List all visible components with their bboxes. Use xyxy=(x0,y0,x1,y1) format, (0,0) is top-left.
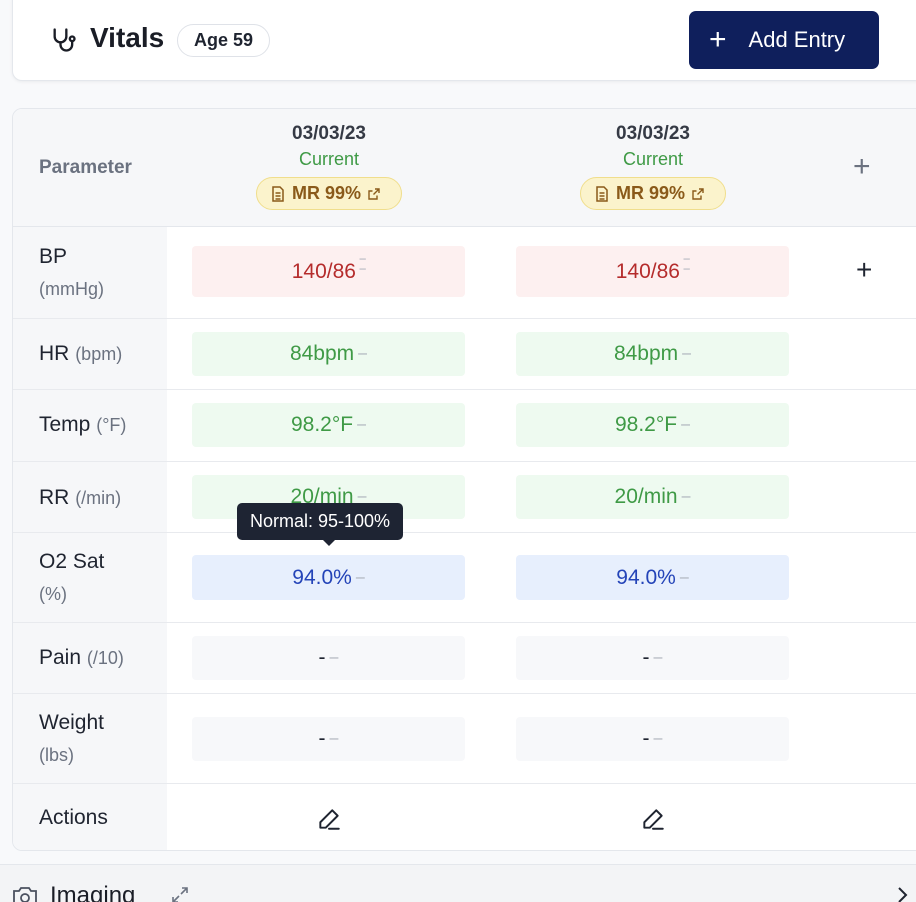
row-label: O2 Sat (%) xyxy=(39,546,104,610)
page-title: Vitals xyxy=(90,22,165,53)
row-label: Pain (/10) xyxy=(39,642,124,674)
document-icon xyxy=(596,185,608,202)
age-badge: Age 59 xyxy=(177,24,271,57)
actions-label: Actions xyxy=(39,806,108,829)
plus-icon: + xyxy=(709,23,727,56)
row-label-text: Pain xyxy=(39,646,82,669)
value-cell[interactable]: 98.2°F – xyxy=(192,403,465,447)
table-row: HR (bpm) 84bpm – 84bpm – xyxy=(13,319,916,390)
row-label: Weight (lbs) xyxy=(39,707,104,771)
value-cell[interactable]: - – xyxy=(192,636,465,680)
value-text: 98.2°F xyxy=(290,413,354,436)
value-cell[interactable]: 140/86 ‾ ‾ xyxy=(516,246,789,297)
edit-icon[interactable] xyxy=(316,806,342,832)
row-unit: (/min) xyxy=(75,488,122,508)
vitals-table: Parameter 03/03/23 Current MR 99% 03/03/… xyxy=(12,108,916,851)
table-row: RR (/min) 20/min – 20/min – xyxy=(13,462,916,533)
mr-badge[interactable]: MR 99% xyxy=(579,177,727,210)
value-cell[interactable]: - – xyxy=(192,717,465,761)
value-text: 94.0% xyxy=(292,565,352,589)
value-text: - xyxy=(318,727,326,750)
chevron-right-icon[interactable] xyxy=(896,885,910,902)
row-unit: (lbs) xyxy=(39,745,74,765)
table-row: BP (mmHg) 140/86 ‾ ‾ 140/86 ‾ ‾ + xyxy=(13,227,916,319)
table-header: Parameter 03/03/23 Current MR 99% 03/03/… xyxy=(13,109,916,227)
value-cell[interactable]: 140/86 ‾ ‾ xyxy=(192,246,465,297)
add-entry-label: Add Entry xyxy=(748,27,846,52)
camera-icon xyxy=(13,887,37,902)
document-icon xyxy=(272,185,284,202)
table-row: Actions xyxy=(13,784,916,850)
normal-range-tooltip: Normal: 95-100% xyxy=(237,503,404,546)
value-text: 20/min xyxy=(614,485,678,508)
row-label-text: Weight xyxy=(39,711,104,734)
value-cell[interactable]: 98.2°F – xyxy=(516,403,789,447)
column-header: 03/03/23 Current MR 99% xyxy=(553,121,753,210)
value-cell[interactable]: 20/min – xyxy=(516,475,789,519)
value-cell[interactable]: 94.0% – xyxy=(516,555,789,600)
mr-badge[interactable]: MR 99% xyxy=(255,177,403,210)
column-date: 03/03/23 xyxy=(616,123,690,144)
row-unit: (mmHg) xyxy=(39,279,104,299)
value-cell[interactable]: 94.0% – xyxy=(192,555,465,600)
row-label-text: HR xyxy=(39,342,70,365)
value-text: - xyxy=(642,646,650,669)
table-row: Pain (/10) - – - – xyxy=(13,623,916,694)
value-cell[interactable]: - – xyxy=(516,636,789,680)
column-status: Current xyxy=(622,149,684,169)
expand-icon[interactable] xyxy=(170,885,190,902)
column-date: 03/03/23 xyxy=(292,123,366,144)
table-row: Temp (°F) 98.2°F – 98.2°F – xyxy=(13,390,916,462)
table-row: Weight (lbs) - – - – xyxy=(13,694,916,784)
value-text: - xyxy=(318,646,326,669)
value-text: - xyxy=(642,727,650,750)
value-text: 84bpm xyxy=(613,342,679,365)
row-label-text: BP xyxy=(39,245,68,268)
row-label: RR (/min) xyxy=(39,482,121,514)
external-link-icon xyxy=(692,187,704,200)
imaging-title: Imaging xyxy=(50,882,136,902)
value-cell[interactable]: 84bpm – xyxy=(192,332,465,376)
table-row: O2 Sat (%) 94.0% – 94.0% – xyxy=(13,533,916,623)
value-text: 84bpm xyxy=(289,342,355,365)
add-entry-button[interactable]: + Add Entry xyxy=(689,11,879,69)
add-row-plus-icon[interactable]: + xyxy=(856,254,872,286)
edit-icon[interactable] xyxy=(640,806,666,832)
row-label-text: RR xyxy=(39,486,70,509)
value-text: 98.2°F xyxy=(614,413,678,436)
row-label: Temp (°F) xyxy=(39,409,126,441)
mr-badge-label: MR 99% xyxy=(291,183,362,203)
row-unit: (bpm) xyxy=(75,344,123,364)
row-label: BP (mmHg) xyxy=(39,241,104,305)
value-text: 94.0% xyxy=(616,565,676,589)
parameter-header: Parameter xyxy=(39,157,132,178)
imaging-section[interactable]: Imaging xyxy=(0,864,916,902)
mr-badge-label: MR 99% xyxy=(615,183,686,203)
row-label: HR (bpm) xyxy=(39,338,122,370)
external-link-icon xyxy=(368,187,380,200)
row-unit: (/10) xyxy=(86,648,124,668)
row-label-text: O2 Sat xyxy=(39,550,105,573)
row-unit: (%) xyxy=(39,584,67,604)
add-column-plus-icon[interactable]: + xyxy=(853,152,871,182)
column-header: 03/03/23 Current MR 99% xyxy=(229,121,429,210)
column-status: Current xyxy=(298,149,360,169)
value-text: 140/86 xyxy=(615,259,680,283)
stethoscope-icon xyxy=(53,28,76,52)
value-text: 140/86 xyxy=(291,259,356,283)
row-label-text: Temp xyxy=(39,413,91,436)
row-unit: (°F) xyxy=(96,415,127,435)
value-cell[interactable]: 84bpm – xyxy=(516,332,789,376)
value-cell[interactable]: - – xyxy=(516,717,789,761)
